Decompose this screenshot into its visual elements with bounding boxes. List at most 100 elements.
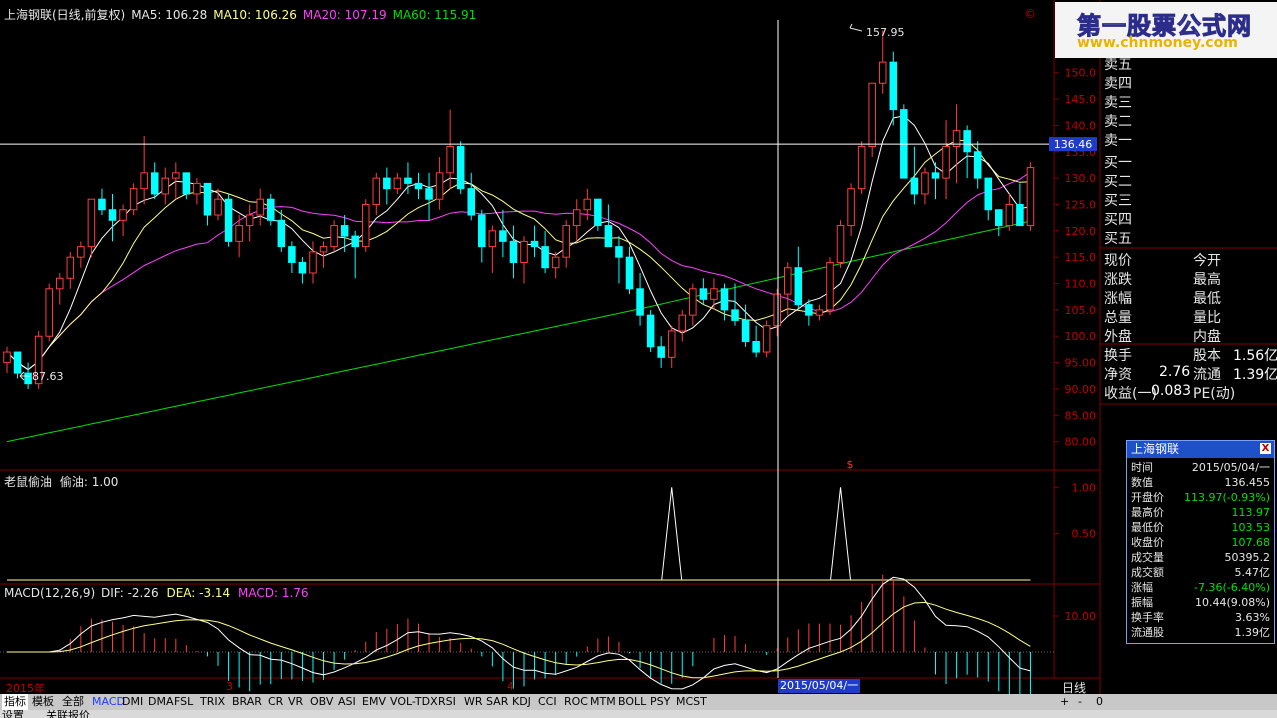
candle-body [762,325,771,353]
tab-brar[interactable]: BRAR [230,694,264,710]
indicator-value: 偷油: 1.00 [59,475,119,489]
candle-body [847,188,855,227]
float-value: 1.39亿 [1233,367,1277,383]
candle-body [435,172,444,200]
tab-fsl[interactable]: FSL [172,694,195,710]
tooltip-key: 换手率 [1131,611,1164,624]
zoom-in-button[interactable]: + [1058,694,1071,710]
candle-body [129,188,138,211]
candle-body [140,172,148,190]
candle-body [98,198,106,211]
tab-指标[interactable]: 指标 [2,694,28,710]
tooltip-titlebar[interactable]: 上海钢联 X [1127,441,1274,458]
ind-tick-label: 1.00 [1072,481,1097,494]
tab-psy[interactable]: PSY [648,694,672,710]
candle-body [667,330,676,358]
candle-body [24,372,32,385]
stat-left-3: 总量 [1104,310,1132,326]
tab-emv[interactable]: EMV [360,694,388,710]
dea-label: DEA: -3.14 [166,586,231,600]
candle-body [826,261,834,311]
candle-body [741,319,750,343]
tab-dmi[interactable]: DMI [120,694,145,710]
stat-right-2: 最低 [1193,291,1221,307]
tab-sar[interactable]: SAR [484,694,510,710]
tab-asi[interactable]: ASI [336,694,358,710]
y-tick-label: 105.0 [1065,304,1097,317]
ask-label-2: 卖三 [1104,95,1132,111]
tab-vol-tdx[interactable]: VOL-TDX [388,694,440,710]
y-tick-label: 125.0 [1065,198,1097,211]
candle-body [731,309,739,321]
candle-body [572,209,581,227]
candle-body [446,145,454,174]
candle-body [857,145,866,190]
candle-body [889,61,898,111]
candle-body [868,82,876,147]
ask-label-4: 卖一 [1104,133,1132,149]
candle-body [245,214,254,227]
candle-body [689,288,697,316]
candle-body [203,182,212,216]
tab-模板[interactable]: 模板 [30,694,56,710]
macd-label: MACD: 1.76 [238,586,309,600]
y-tick-label: 145.0 [1065,93,1097,106]
tab-mtm[interactable]: MTM [588,694,618,710]
tab-cci[interactable]: CCI [536,694,559,710]
stat-right-0: 今开 [1193,253,1221,269]
tooltip-row: 成交量 50395.2 [1127,550,1274,565]
macd-title: MACD(12,26,9) [4,586,96,600]
tooltip-row: 换手率 3.63% [1127,610,1274,625]
window-icon: © [1024,7,1036,21]
candle-body [678,314,687,332]
y-tick-label: 100.0 [1065,330,1097,343]
tab-roc[interactable]: ROC [562,694,590,710]
candle-body [224,198,233,242]
tooltip-title: 上海钢联 [1131,442,1180,456]
signal-marker: $ [847,458,854,471]
tooltip-rows: 时间 2015/05/04/一 数值 136.455 开盘价 113.97(-0.93%)… [1127,458,1274,640]
zoom-reset-button[interactable]: 0 [1094,694,1105,710]
candle-body [214,198,222,216]
candle-body [77,246,85,258]
watermark-logo: 第一股票公式网 www.chnmoney.com [1055,2,1277,58]
tooltip-key: 振幅 [1131,596,1153,609]
tooltip-key: 涨幅 [1131,581,1153,594]
close-icon[interactable]: X [1260,443,1271,454]
chart-canvas[interactable]: 80.00 85.00 90.00 95.00 100.0 105.0 110.0 115.0… [0,0,1277,718]
tab-boll[interactable]: BOLL [616,694,648,710]
candle-body [509,240,518,263]
tooltip-key: 流通股 [1131,626,1164,639]
stat-right-4: 内盘 [1193,329,1221,345]
stat-right-1: 最高 [1193,272,1221,288]
tooltip-value: 5.47亿 [1234,566,1271,579]
tab-cr[interactable]: CR [266,694,285,710]
candle-body [372,177,381,205]
stat-left-2: 涨幅 [1104,291,1132,307]
tab-kdj[interactable]: KDJ [510,694,533,710]
data-tooltip-window[interactable]: 上海钢联 X 时间 2015/05/04/一 数值 136.455 开盘价 113.97(… [1126,440,1275,644]
candle-body [182,172,191,195]
tab-全部[interactable]: 全部 [60,694,86,710]
candle-body [541,246,549,269]
candle-body [931,172,940,179]
tab-mcst[interactable]: MCST [674,694,709,710]
tooltip-key: 开盘价 [1131,491,1164,504]
tab-vr[interactable]: VR [286,694,305,710]
tab-rsi[interactable]: RSI [436,694,458,710]
candle-body [646,314,655,348]
candle-body [319,246,328,253]
tooltip-value: 2015/05/04/一 [1191,461,1270,474]
candle-body [520,240,528,263]
candle-body [562,225,570,258]
candle-body [235,225,243,242]
tab-trix[interactable]: TRIX [198,694,227,710]
candle-body [583,198,592,211]
bottom-tab-settings[interactable]: 设置 [2,710,24,718]
tab-wr[interactable]: WR [462,694,485,710]
bottom-tab-quotes[interactable]: 关联报价 [46,710,90,718]
candle-body [267,198,275,221]
zoom-out-button[interactable]: - [1076,694,1084,710]
tab-obv[interactable]: OBV [308,694,335,710]
candle-body [119,209,127,221]
